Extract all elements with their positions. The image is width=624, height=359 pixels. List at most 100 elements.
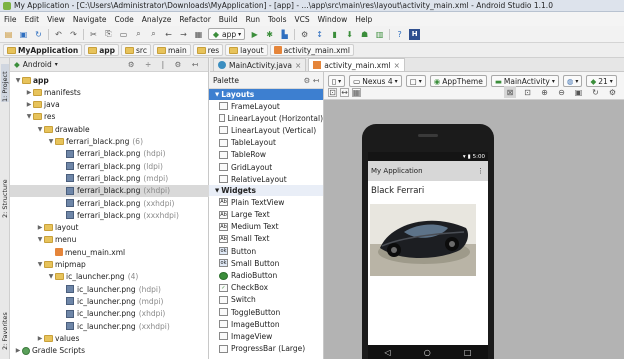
tree-item[interactable]: ▶ layout	[10, 222, 209, 234]
expand-arrow-icon[interactable]: ▼	[14, 77, 22, 84]
menu-item-build[interactable]: Build	[219, 15, 238, 24]
toggle-zoom-icon[interactable]: ⊡	[328, 88, 337, 97]
tree-item[interactable]: ferrari_black.png (ldpi)	[10, 160, 209, 172]
breadcrumb-item[interactable]: src	[121, 44, 151, 56]
tree-item[interactable]: ▶ Gradle Scripts	[10, 345, 209, 357]
sync-icon[interactable]: ↻	[33, 29, 44, 40]
redo-icon[interactable]: ↷	[68, 29, 79, 40]
debug-icon[interactable]: ✱	[264, 29, 275, 40]
device-combo[interactable]: ▭ Nexus 4 ▾	[349, 75, 402, 87]
breadcrumb-item[interactable]: layout	[225, 44, 268, 56]
menu-item-code[interactable]: Code	[115, 15, 134, 24]
tree-item[interactable]: ic_launcher.png (mdpi)	[10, 295, 209, 307]
breadcrumb-item[interactable]: MyApplication	[3, 44, 83, 56]
palette-item[interactable]: ok Button	[209, 245, 323, 257]
menu-item-vcs[interactable]: VCS	[294, 15, 309, 24]
tree-item[interactable]: ferrari_black.png (mdpi)	[10, 172, 209, 184]
project-panel-actions[interactable]: ⚙ ÷ | ⚙ ↤	[128, 60, 202, 69]
find-icon[interactable]: ⌕	[133, 29, 144, 40]
menu-item-navigate[interactable]: Navigate	[73, 15, 107, 24]
run-icon[interactable]: ▶	[249, 29, 260, 40]
tree-item[interactable]: ferrari_black.png (hdpi)	[10, 148, 209, 160]
expand-arrow-icon[interactable]: ▶	[36, 224, 44, 231]
tree-item[interactable]: ▼ ic_launcher.png (4)	[10, 271, 209, 283]
forward-icon[interactable]: →	[178, 29, 189, 40]
favorites-tool-tab[interactable]: 2: Favorites	[1, 300, 9, 350]
back-icon[interactable]: ←	[163, 29, 174, 40]
back-nav-icon[interactable]: ◁	[385, 348, 391, 357]
zoom-out-icon[interactable]: ⊖	[556, 87, 567, 98]
palette-item[interactable]: TableLayout	[209, 137, 323, 149]
expand-arrow-icon[interactable]: ▶	[25, 101, 33, 108]
tree-item[interactable]: ferrari_black.png (xhdpi)	[10, 184, 209, 197]
expand-arrow-icon[interactable]: ▼	[36, 126, 44, 133]
open-folder-icon[interactable]: ▤	[3, 29, 14, 40]
tree-item[interactable]: ▶ values	[10, 332, 209, 344]
zoom-in-icon[interactable]: ⊕	[539, 87, 550, 98]
expand-arrow-icon[interactable]: ▼	[47, 273, 55, 280]
palette-item[interactable]: GridLayout	[209, 161, 323, 173]
breadcrumb-item[interactable]: app	[84, 44, 120, 56]
editor-tab[interactable]: MainActivity.java ×	[213, 58, 307, 71]
make-project-icon[interactable]: ▦	[193, 29, 204, 40]
profile-icon[interactable]: ⚙	[299, 29, 310, 40]
avd-manager-icon[interactable]: ▮	[329, 29, 340, 40]
hierarchy-icon[interactable]: H	[409, 28, 421, 40]
tree-item[interactable]: ferrari_black.png (xxxhdpi)	[10, 209, 209, 221]
tree-item[interactable]: ▼ app	[10, 74, 209, 86]
tree-item[interactable]: ▼ ferrari_black.png (6)	[10, 136, 209, 148]
palette-item[interactable]: TableRow	[209, 149, 323, 161]
palette-item[interactable]: Ab Plain TextView	[209, 196, 323, 208]
breadcrumb-item[interactable]: activity_main.xml	[269, 44, 354, 56]
rotate-combo[interactable]: ▢ ▾	[405, 75, 426, 87]
tree-item[interactable]: ic_launcher.png (xxhdpi)	[10, 320, 209, 332]
tree-item[interactable]: ic_launcher.png (hdpi)	[10, 283, 209, 295]
project-view-mode[interactable]: Android	[23, 60, 52, 69]
recents-nav-icon[interactable]: □	[464, 348, 472, 357]
palette-item[interactable]: Ab Medium Text	[209, 221, 323, 233]
overflow-menu-icon[interactable]: ⋮	[477, 167, 484, 175]
menu-item-refactor[interactable]: Refactor	[179, 15, 210, 24]
palette-item[interactable]: Switch	[209, 294, 323, 306]
palette-item[interactable]: Ab Large Text	[209, 209, 323, 221]
toggle-grid-icon[interactable]: ▦	[352, 88, 361, 97]
help-icon[interactable]: ?	[394, 29, 405, 40]
chevron-down-icon[interactable]: ▾	[55, 61, 58, 68]
menu-item-view[interactable]: View	[47, 15, 65, 24]
menu-item-tools[interactable]: Tools	[268, 15, 286, 24]
palette-item[interactable]: Ab Small Text	[209, 233, 323, 245]
editor-tab[interactable]: activity_main.xml ×	[308, 58, 405, 71]
run-configuration-combo[interactable]: ◆ app ▾	[208, 28, 246, 40]
undo-icon[interactable]: ↶	[53, 29, 64, 40]
expand-arrow-icon[interactable]: ▼	[47, 138, 55, 145]
preview-textview[interactable]: Black Ferrari	[368, 181, 488, 196]
menu-item-run[interactable]: Run	[246, 15, 260, 24]
sdk-manager-icon[interactable]: ⬇	[344, 29, 355, 40]
palette-group-layouts[interactable]: ▼ Layouts	[209, 89, 323, 100]
menu-item-help[interactable]: Help	[355, 15, 372, 24]
palette-item[interactable]: ToggleButton	[209, 306, 323, 318]
attach-debugger-icon[interactable]: ▙	[279, 29, 290, 40]
menu-item-edit[interactable]: Edit	[25, 15, 40, 24]
save-icon[interactable]: ▣	[18, 29, 29, 40]
palette-item[interactable]: LinearLayout (Horizontal)	[209, 112, 323, 124]
tree-item[interactable]: ▼ drawable	[10, 123, 209, 135]
toggle-resize-icon[interactable]: ↔	[340, 88, 349, 97]
project-structure-icon[interactable]: ▥	[374, 29, 385, 40]
palette-settings-icon[interactable]: ⚙ ↤	[304, 76, 319, 85]
menu-item-file[interactable]: File	[4, 15, 17, 24]
tree-item[interactable]: menu_main.xml	[10, 246, 209, 258]
palette-item[interactable]: ImageButton	[209, 318, 323, 330]
tree-item[interactable]: ▶ manifests	[10, 86, 209, 98]
capture-screen-icon[interactable]: ▣	[573, 87, 584, 98]
breadcrumb-item[interactable]: res	[192, 44, 224, 56]
expand-arrow-icon[interactable]: ▼	[36, 261, 44, 268]
tree-item[interactable]: ferrari_black.png (xxhdpi)	[10, 197, 209, 209]
project-tool-tab[interactable]: 1: Project	[1, 64, 9, 102]
sync-gradle-icon[interactable]: ↕	[314, 29, 325, 40]
orientation-combo[interactable]: ▯ ▾	[328, 75, 346, 87]
menu-item-window[interactable]: Window	[318, 15, 348, 24]
tree-item[interactable]: ▼ menu	[10, 234, 209, 246]
structure-tool-tab[interactable]: 2: Structure	[1, 168, 9, 218]
menu-item-analyze[interactable]: Analyze	[142, 15, 172, 24]
